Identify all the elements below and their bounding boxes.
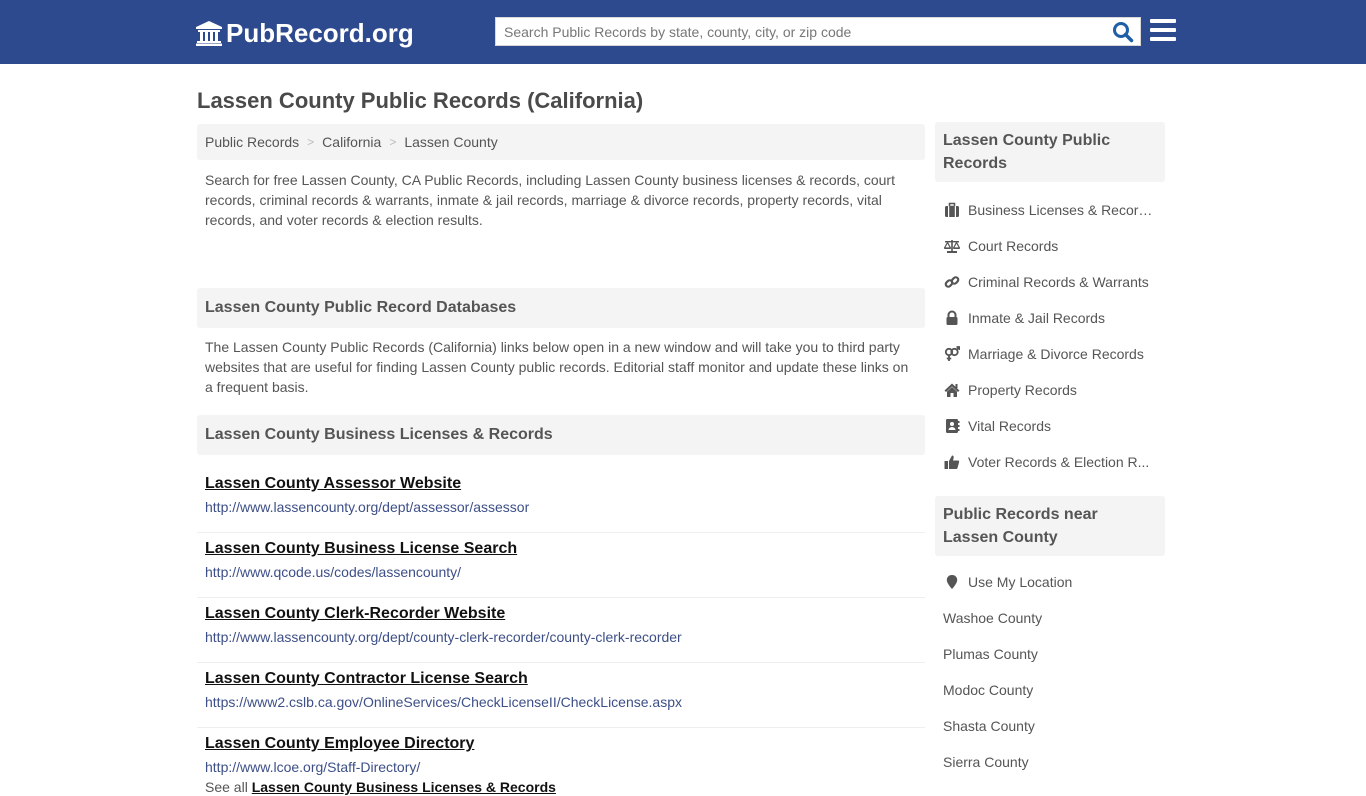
link-icon bbox=[943, 274, 960, 290]
record-link-url: http://www.lcoe.org/Staff-Directory/ bbox=[205, 759, 421, 775]
record-link-url: http://www.lassencounty.org/dept/county-… bbox=[205, 629, 682, 645]
nearby-county-shasta[interactable]: Shasta County bbox=[935, 708, 1165, 744]
nearby-county-modoc[interactable]: Modoc County bbox=[935, 672, 1165, 708]
record-link-url: https://www2.cslb.ca.gov/OnlineServices/… bbox=[205, 694, 682, 710]
record-link-title[interactable]: Lassen County Employee Directory bbox=[205, 734, 917, 754]
balance-scale-icon bbox=[943, 238, 960, 254]
record-link-title[interactable]: Lassen County Assessor Website bbox=[205, 474, 917, 494]
databases-description: The Lassen County Public Records (Califo… bbox=[205, 339, 909, 395]
search-icon[interactable] bbox=[1112, 21, 1134, 43]
top-navigation-bar: PubRecord.org bbox=[0, 0, 1366, 64]
nearby-county-plumas[interactable]: Plumas County bbox=[935, 636, 1165, 672]
sidebar-nearby-list: Use My Location Washoe County Plumas Cou… bbox=[935, 556, 1165, 780]
see-all-row: See all Lassen County Business Licenses … bbox=[197, 778, 925, 796]
sidebar-records-list: Business Licenses & Records Court Record… bbox=[935, 182, 1165, 496]
sidebar-records-heading: Lassen County Public Records bbox=[935, 122, 1165, 182]
sidebar-item-label: Court Records bbox=[968, 238, 1059, 254]
sidebar-item-vital-records[interactable]: Vital Records bbox=[935, 408, 1165, 444]
home-icon bbox=[943, 382, 960, 398]
breadcrumb-california[interactable]: California bbox=[322, 134, 381, 150]
sidebar-item-court-records[interactable]: Court Records bbox=[935, 228, 1165, 264]
list-item: Lassen County Employee Directory http://… bbox=[197, 728, 925, 778]
use-my-location-link[interactable]: Use My Location bbox=[935, 564, 1165, 600]
list-item: Lassen County Assessor Website http://ww… bbox=[197, 468, 925, 533]
sidebar-item-criminal-records[interactable]: Criminal Records & Warrants bbox=[935, 264, 1165, 300]
sidebar-item-business-licenses[interactable]: Business Licenses & Records bbox=[935, 192, 1165, 228]
record-link-title[interactable]: Lassen County Contractor License Search bbox=[205, 669, 917, 689]
thumbs-up-icon bbox=[943, 454, 960, 470]
sidebar-item-label: Business Licenses & Records bbox=[968, 202, 1153, 218]
sidebar-item-label: Marriage & Divorce Records bbox=[968, 346, 1144, 362]
lock-icon bbox=[943, 310, 960, 326]
list-item: Lassen County Clerk-Recorder Website htt… bbox=[197, 598, 925, 663]
record-link-title[interactable]: Lassen County Business License Search bbox=[205, 539, 917, 559]
business-heading: Lassen County Business Licenses & Record… bbox=[197, 415, 925, 455]
sidebar-item-marriage-records[interactable]: Marriage & Divorce Records bbox=[935, 336, 1165, 372]
business-links-list: Lassen County Assessor Website http://ww… bbox=[197, 455, 925, 778]
nearby-county-sierra[interactable]: Sierra County bbox=[935, 744, 1165, 780]
sidebar-item-label: Inmate & Jail Records bbox=[968, 310, 1105, 326]
address-book-icon bbox=[943, 418, 960, 434]
site-logo[interactable]: PubRecord.org bbox=[195, 17, 414, 49]
site-logo-text: PubRecord.org bbox=[226, 18, 414, 48]
see-all-business-link[interactable]: Lassen County Business Licenses & Record… bbox=[252, 779, 556, 795]
intro-paragraph: Search for free Lassen County, CA Public… bbox=[205, 172, 895, 228]
record-link-url: http://www.qcode.us/codes/lassencounty/ bbox=[205, 564, 462, 580]
main-content: Public Records > California > Lassen Cou… bbox=[197, 124, 925, 796]
venus-mars-icon bbox=[943, 346, 960, 362]
use-my-location-label: Use My Location bbox=[968, 574, 1073, 590]
breadcrumb: Public Records > California > Lassen Cou… bbox=[197, 124, 925, 160]
sidebar-item-label: Voter Records & Election R... bbox=[968, 454, 1150, 470]
sidebar-nearby-heading: Public Records near Lassen County bbox=[935, 496, 1165, 556]
hamburger-menu-icon[interactable] bbox=[1150, 19, 1176, 43]
sidebar-item-label: Vital Records bbox=[968, 418, 1052, 434]
breadcrumb-lassen-county[interactable]: Lassen County bbox=[404, 134, 497, 150]
sidebar-item-voter-records[interactable]: Voter Records & Election R... bbox=[935, 444, 1165, 480]
sidebar-item-label: Property Records bbox=[968, 382, 1077, 398]
list-item: Lassen County Business License Search ht… bbox=[197, 533, 925, 598]
sidebar-item-property-records[interactable]: Property Records bbox=[935, 372, 1165, 408]
sidebar-item-label: Criminal Records & Warrants bbox=[968, 274, 1149, 290]
search-box bbox=[495, 17, 1141, 46]
see-all-prefix: See all bbox=[205, 779, 248, 795]
courthouse-icon bbox=[196, 21, 222, 46]
map-marker-icon bbox=[943, 574, 960, 590]
record-link-url: http://www.lassencounty.org/dept/assesso… bbox=[205, 499, 530, 515]
record-link-title[interactable]: Lassen County Clerk-Recorder Website bbox=[205, 604, 917, 624]
briefcase-icon bbox=[943, 202, 960, 218]
breadcrumb-public-records[interactable]: Public Records bbox=[205, 134, 299, 150]
breadcrumb-separator: > bbox=[307, 135, 315, 149]
nearby-county-washoe[interactable]: Washoe County bbox=[935, 600, 1165, 636]
page-title: Lassen County Public Records (California… bbox=[197, 88, 644, 113]
list-item: Lassen County Contractor License Search … bbox=[197, 663, 925, 728]
breadcrumb-separator: > bbox=[389, 135, 397, 149]
search-input[interactable] bbox=[496, 18, 1106, 45]
databases-heading: Lassen County Public Record Databases bbox=[197, 288, 925, 328]
sidebar-item-inmate-records[interactable]: Inmate & Jail Records bbox=[935, 300, 1165, 336]
sidebar: Lassen County Public Records Business Li… bbox=[935, 122, 1165, 780]
